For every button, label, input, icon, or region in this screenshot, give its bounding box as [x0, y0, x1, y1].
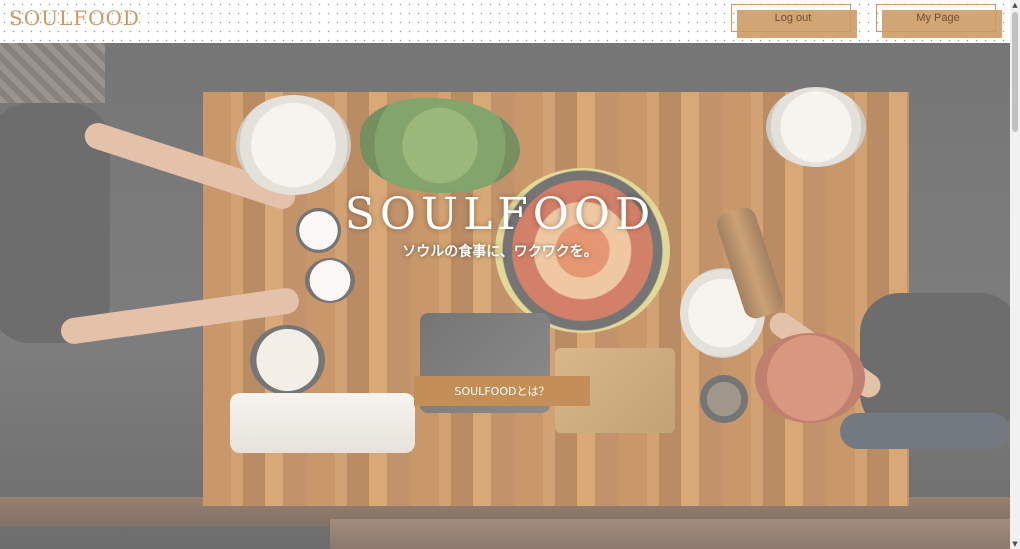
- hero-overlay: [0, 43, 1010, 549]
- scroll-up-arrow-icon[interactable]: ▲: [1010, 0, 1020, 10]
- page-scrollbar[interactable]: ▲ ▼: [1010, 0, 1020, 549]
- hero-section: SOULFOOD ソウルの食事に、ワクワクを。 SOULFOODとは？: [0, 43, 1010, 549]
- mypage-button-label: My Page: [916, 12, 960, 24]
- about-soulfood-button[interactable]: SOULFOODとは？: [414, 376, 590, 406]
- scrollbar-thumb[interactable]: [1012, 12, 1018, 132]
- hero-subtitle: ソウルの食事に、ワクワクを。: [402, 244, 598, 260]
- logout-button-label: Log out: [774, 12, 812, 24]
- scroll-down-arrow-icon[interactable]: ▼: [1010, 539, 1020, 549]
- mypage-button[interactable]: My Page: [876, 4, 1002, 38]
- hero-title: SOULFOOD: [344, 189, 656, 240]
- hero-background-image: [0, 43, 1010, 549]
- logout-button[interactable]: Log out: [731, 4, 857, 38]
- site-logo[interactable]: SOULFOOD: [9, 6, 140, 30]
- site-header: SOULFOOD Log out My Page: [0, 0, 1010, 42]
